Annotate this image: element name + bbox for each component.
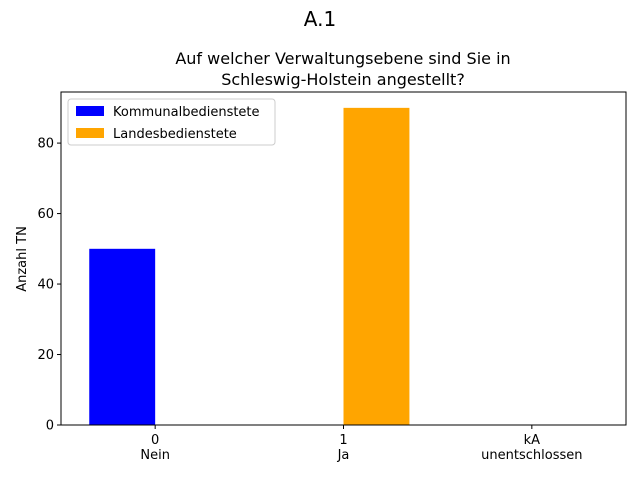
y-tick-label-2: 40 [37,278,54,293]
legend-label-landesbedienstete: Landesbedienstete [113,127,237,142]
chart-title-line-1: Auf welcher Verwaltungsebene sind Sie in [175,49,510,68]
x-tick-label-1-1: Ja [337,448,350,463]
x-tick-label-2-0: kA [524,433,541,448]
bar-kommunalbedienstete-0 [89,248,156,425]
y-tick-label-0: 0 [46,419,54,434]
legend-swatch-landesbedienstete [76,128,104,138]
chart-figure: A.1 Auf welcher Verwaltungsebene sind Si… [0,0,640,480]
legend-swatch-kommunalbedienstete [76,106,104,116]
x-tick-label-0-0: 0 [151,433,159,448]
x-tick-label-1-0: 1 [339,433,347,448]
figure-suptitle: A.1 [304,7,336,31]
chart-title: Auf welcher Verwaltungsebene sind Sie in… [175,49,510,89]
legend-label-kommunalbedienstete: Kommunalbedienstete [113,105,260,120]
x-tick-label-2-1: unentschlossen [481,448,582,463]
y-tick-label-3: 60 [37,207,54,222]
legend: Kommunalbedienstete Landesbedienstete [67,98,276,146]
x-tick-label-0-1: Nein [140,448,170,463]
bar-chart: A.1 Auf welcher Verwaltungsebene sind Si… [15,7,627,463]
chart-title-line-2: Schleswig-Holstein angestellt? [221,70,465,89]
y-tick-label-4: 80 [37,137,54,152]
bar-landesbedienstete-1 [343,107,410,425]
y-tick-label-1: 20 [37,348,54,363]
bars-layer [89,107,410,425]
y-axis-label: Anzahl TN [15,226,30,292]
